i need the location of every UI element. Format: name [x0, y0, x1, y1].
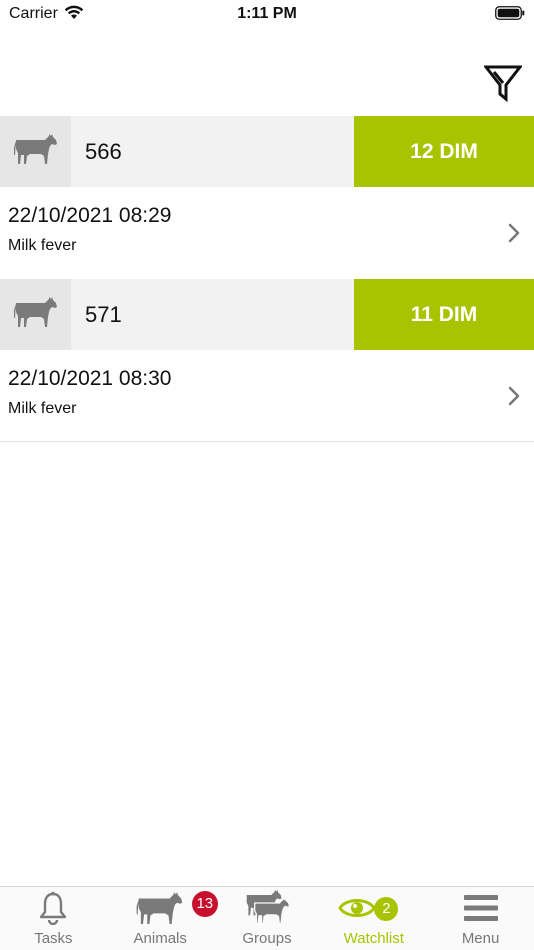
chevron-right-icon — [508, 223, 520, 248]
dim-badge: 11 DIM — [354, 279, 534, 350]
status-time: 1:11 PM — [237, 5, 297, 22]
tab-label: Tasks — [34, 930, 73, 947]
eye-icon — [338, 895, 376, 926]
cow-icon — [13, 133, 58, 170]
animal-number: 571 — [85, 301, 122, 327]
tab-groups[interactable]: Groups — [214, 887, 321, 950]
cow-icon — [13, 296, 58, 333]
event-row[interactable]: 22/10/2021 08:30 Milk fever — [0, 350, 534, 442]
tab-label: Watchlist — [343, 930, 404, 947]
battery-icon — [495, 6, 525, 25]
tab-label: Animals — [133, 930, 187, 947]
event-type: Milk fever — [8, 237, 77, 254]
filter-icon — [482, 65, 524, 108]
animal-header-row[interactable]: 571 11 DIM — [0, 279, 534, 350]
tab-label: Menu — [461, 930, 500, 947]
animal-avatar — [0, 279, 71, 350]
event-datetime: 22/10/2021 08:30 — [8, 367, 172, 390]
animal-number: 566 — [85, 138, 122, 164]
hamburger-icon — [463, 893, 499, 928]
bell-icon — [38, 891, 68, 930]
cow-group-icon — [243, 889, 291, 932]
filter-button[interactable] — [482, 64, 524, 104]
event-row[interactable]: 22/10/2021 08:29 Milk fever — [0, 187, 534, 279]
tab-menu[interactable]: Menu — [427, 887, 534, 950]
cow-icon — [135, 891, 185, 930]
watchlist: 566 12 DIM 22/10/2021 08:29 Milk fever 5… — [0, 116, 534, 442]
dim-badge: 12 DIM — [354, 116, 534, 187]
event-type: Milk fever — [8, 400, 77, 417]
animal-header-row[interactable]: 566 12 DIM — [0, 116, 534, 187]
tab-tasks[interactable]: Tasks — [0, 887, 107, 950]
status-bar: Carrier 1:11 PM — [0, 0, 534, 28]
event-datetime: 22/10/2021 08:29 — [8, 204, 172, 227]
tab-label: Groups — [242, 930, 292, 947]
navigation-bar — [0, 28, 534, 116]
tab-animals[interactable]: 13 Animals — [107, 887, 218, 950]
tab-watchlist[interactable]: 2 Watchlist — [320, 887, 427, 950]
animal-avatar — [0, 116, 71, 187]
chevron-right-icon — [508, 386, 520, 411]
tab-bar: Tasks 13 Animals Groups 2 Watchlist Menu — [0, 886, 534, 950]
